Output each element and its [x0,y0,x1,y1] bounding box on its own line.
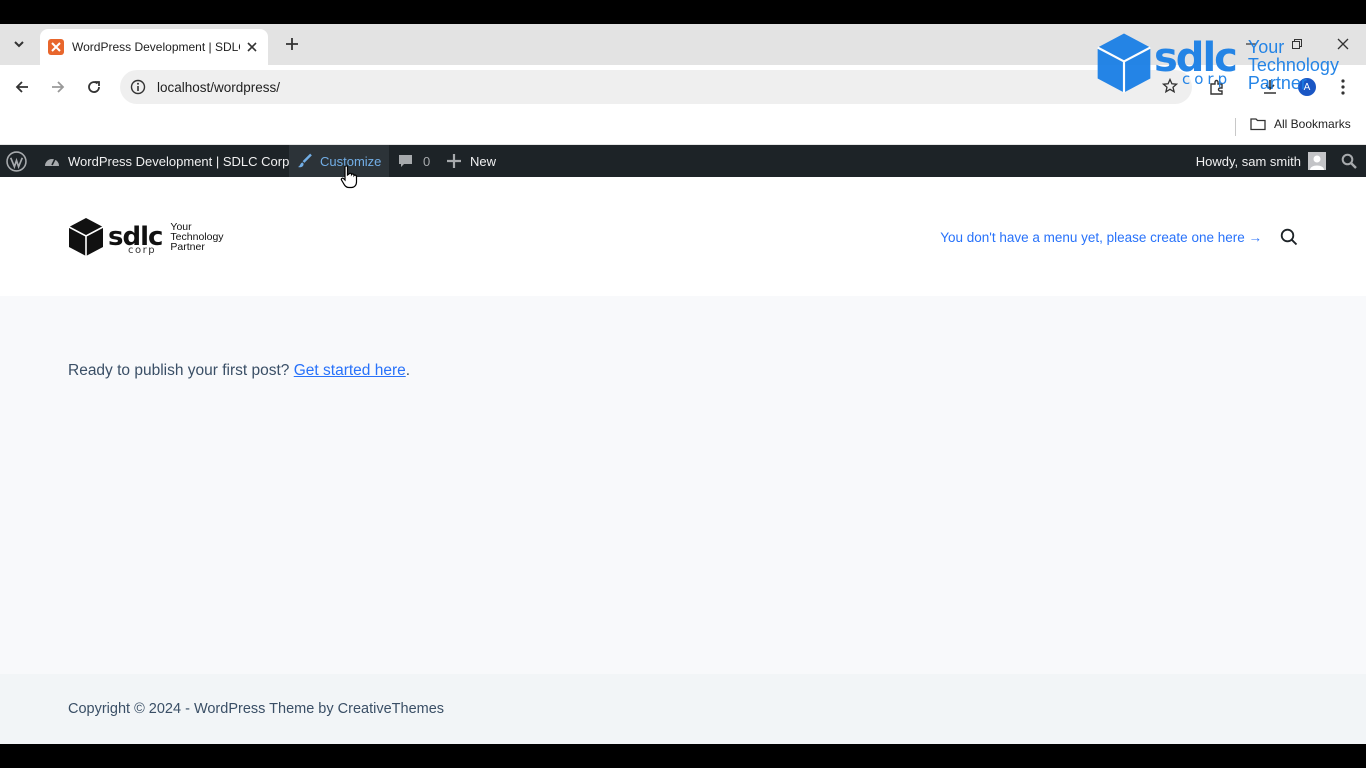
active-tab[interactable]: WordPress Development | SDLC Corp [40,29,268,65]
logo-wordmark: sdlc corp [108,222,163,256]
tab-title: WordPress Development | SDLC Corp [72,40,240,54]
folder-icon [1250,118,1266,131]
get-started-link[interactable]: Get started here [294,362,406,379]
create-menu-link[interactable]: You don't have a menu yet, please create… [940,230,1262,245]
watermark-tagline: Your Technology Partner [1247,37,1339,93]
logo-tagline: Your Technology Partner [170,221,224,253]
arrow-left-icon [15,81,28,93]
reload-icon [88,81,100,93]
my-account-menu[interactable]: Howdy, sam smith [1196,145,1326,177]
bookmarks-bar: All Bookmarks [0,110,1366,145]
logo-corp: corp [128,245,157,256]
all-bookmarks-button[interactable]: All Bookmarks [1250,117,1351,131]
address-bar[interactable]: localhost/wordpress/ [120,70,1192,104]
watermark-corp: corp [1182,70,1232,88]
comment-bubble-icon [399,154,412,167]
kebab-menu-icon [1341,79,1345,95]
cube-logo-icon [1097,33,1151,93]
no-posts-message: Ready to publish your first post? Get st… [68,362,411,379]
all-bookmarks-label: All Bookmarks [1274,117,1351,131]
browser-window: WordPress Development | SDLC Corp [0,24,1366,744]
wp-logo-menu[interactable] [6,145,27,177]
arrow-right-icon [52,81,65,93]
reload-button[interactable] [82,75,106,99]
back-button[interactable] [10,75,34,99]
hand-cursor-icon [340,165,358,189]
avatar [1308,152,1326,170]
paintbrush-icon [298,153,312,168]
site-logo[interactable]: sdlc corp Your Technology Partner [68,217,224,257]
bookmarks-divider [1235,118,1236,136]
admin-search-button[interactable] [1341,145,1357,177]
main-content: Ready to publish your first post? Get st… [0,296,1366,674]
xampp-favicon-icon [48,39,64,55]
copyright-text: Copyright © 2024 - WordPress Theme by Cr… [68,701,445,717]
site-name-label: WordPress Development | SDLC Corp [68,153,290,169]
search-icon [1280,228,1298,246]
cube-logo-icon [68,218,104,256]
wordpress-logo-icon [6,150,27,172]
site-header: sdlc corp Your Technology Partner You do… [0,177,1366,296]
howdy-label: Howdy, sam smith [1195,153,1301,169]
comments-menu[interactable]: 0 [398,145,430,177]
url-text: localhost/wordpress/ [157,79,281,95]
new-tab-button[interactable] [281,33,303,55]
tab-search-button[interactable] [8,33,30,55]
search-icon [1341,153,1357,169]
chevron-down-icon [14,41,24,48]
comments-count: 0 [423,153,431,169]
tab-close-icon[interactable] [244,39,260,55]
header-search-button[interactable] [1280,228,1298,246]
new-label: New [470,153,497,169]
forward-button[interactable] [46,75,70,99]
plus-icon [286,38,298,50]
plus-icon [447,154,461,168]
watermark-wordmark: sdlc corp [1154,35,1238,88]
site-footer: Copyright © 2024 - WordPress Theme by Cr… [0,674,1366,744]
dashboard-gauge-icon [45,158,59,166]
new-content-menu[interactable]: New [447,145,496,177]
site-name-menu[interactable]: WordPress Development | SDLC Corp [44,145,289,177]
sdlc-watermark: sdlc corp Your Technology Partner [1096,32,1339,94]
site-info-icon[interactable] [129,78,147,96]
wp-admin-bar: WordPress Development | SDLC Corp Custom… [0,145,1366,177]
